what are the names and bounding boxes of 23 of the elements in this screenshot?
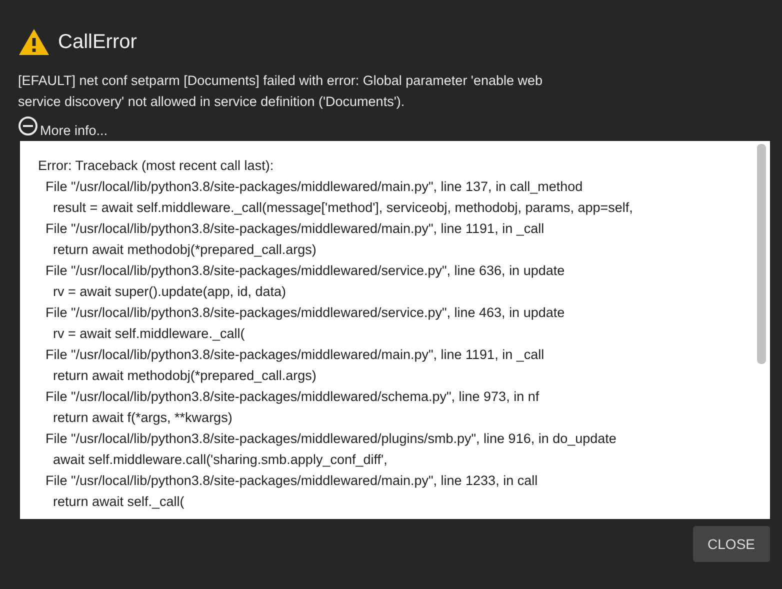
- traceback-line: File "/usr/local/lib/python3.8/site-packages/middlewared/main.py", line 1191, in _call: [44, 346, 544, 364]
- more-info-toggle[interactable]: More info...: [18, 114, 108, 140]
- traceback-line: File "/usr/local/lib/python3.8/site-packages/middlewared/schema.py", line 973, in nf: [44, 388, 540, 406]
- traceback-line: File "/usr/local/lib/python3.8/site-packages/middlewared/main.py", line 137, in call_method: [44, 178, 583, 196]
- dialog-title: CallError: [58, 30, 137, 54]
- traceback-line: File "/usr/local/lib/python3.8/site-packages/middlewared/main.py", line 1191, in _call: [44, 220, 544, 238]
- traceback-line: File "/usr/local/lib/python3.8/site-packages/middlewared/service.py", line 463, in update: [44, 304, 565, 322]
- traceback-line: rv = await super().update(app, id, data): [52, 283, 286, 301]
- error-message: [EFAULT] net conf setparm [Documents] failed with error: Global parameter 'enable web service discovery' not allowed in service definition ('Documents').: [18, 72, 544, 111]
- traceback-line: return await methodobj(*prepared_call.args): [52, 241, 316, 259]
- traceback-line: return await methodobj(*prepared_call.args): [52, 367, 316, 385]
- traceback-line: File "/usr/local/lib/python3.8/site-packages/middlewared/plugins/smb.py", line 916, in do_update: [44, 430, 616, 448]
- traceback-line: File "/usr/local/lib/python3.8/site-packages/middlewared/main.py", line 1233, in call: [44, 472, 538, 490]
- traceback-line: Error: Traceback (most recent call last):: [38, 157, 274, 175]
- traceback-line: result = await self.middleware._call(message['method'], serviceobj, methodobj, params, app=self,: [52, 199, 633, 217]
- close-button[interactable]: CLOSE: [692, 526, 770, 562]
- collapse-icon: [18, 116, 38, 136]
- traceback-line: return await self._call(: [52, 493, 184, 511]
- warning-icon: [18, 28, 50, 56]
- traceback-line: return await f(*args, **kwargs): [52, 409, 232, 427]
- traceback-line: rv = await self.middleware._call(: [52, 325, 245, 343]
- traceback-line: await self.middleware.call('sharing.smb.apply_conf_diff',: [52, 451, 388, 469]
- traceback-line: File "/usr/local/lib/python3.8/site-packages/middlewared/service.py", line 636, in update: [44, 262, 565, 280]
